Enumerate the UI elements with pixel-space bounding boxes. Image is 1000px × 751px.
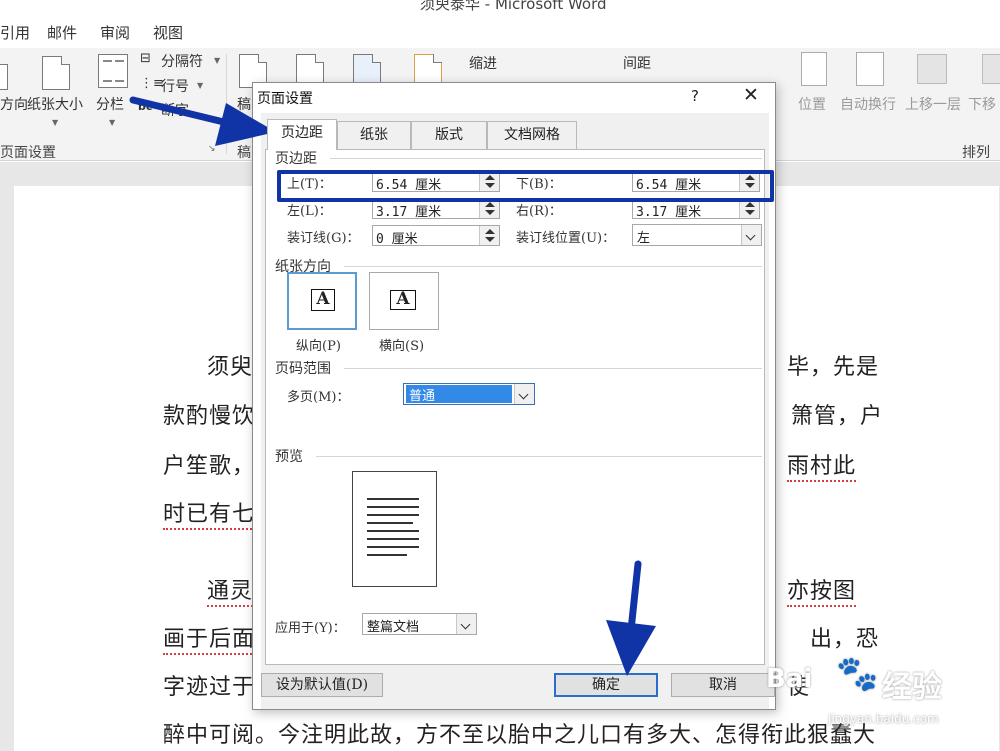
landscape-option[interactable]: A <box>369 272 439 330</box>
wrap-text-icon <box>856 52 884 86</box>
chevron-down-icon: ▼ <box>109 118 116 127</box>
chevron-down-icon[interactable] <box>456 614 476 634</box>
hyphenation-label: 断字 <box>161 103 189 119</box>
doc-line: 须臾 <box>207 355 254 380</box>
arrange-group-label: 排列 <box>962 145 990 161</box>
doc-line: 醉中可阅。今注明此故，方不至以胎中之儿口有多大、怎得衔此狠蠢大 <box>163 723 877 748</box>
tab-panel: 页边距 上(T)： 6.54 厘米 下(B)： 6.54 厘米 左(L)： 3.… <box>265 149 765 665</box>
doc-line-right: 出，恐 <box>810 627 880 652</box>
wrap-text-label: 自动换行 <box>840 97 896 113</box>
line-numbers-label: 行号 <box>161 79 189 95</box>
apply-to-label: 应用于(Y)： <box>275 621 346 636</box>
page-preview <box>352 471 437 587</box>
pages-section-title: 页码范围 <box>275 361 331 377</box>
orientation-icon <box>0 56 8 90</box>
dialog-title: 页面设置 <box>257 91 313 107</box>
landscape-label: 横向(S) <box>379 339 425 354</box>
doc-line-right: 雨村此 <box>787 448 857 482</box>
send-backward-label: 下移 <box>968 97 996 113</box>
chevron-down-icon: ▼ <box>197 81 204 90</box>
menu-mailings[interactable]: 邮件 <box>47 22 77 43</box>
tab-layout[interactable]: 版式 <box>411 121 487 149</box>
portrait-icon: A <box>311 289 335 311</box>
doc-line: 画于后面 <box>163 621 256 655</box>
multiple-pages-label: 多页(M)： <box>287 390 350 405</box>
watermark-brand: Bai <box>766 664 813 694</box>
send-backward-icon <box>982 54 1000 84</box>
title-bar: 须臾泰华 - Microsoft Word <box>0 0 1000 14</box>
multiple-pages-select[interactable]: 普通 <box>403 383 535 405</box>
watermark-product: 经验 <box>882 670 942 705</box>
gutter-input[interactable]: 0 厘米 <box>372 225 500 247</box>
tab-paper[interactable]: 纸张 <box>337 121 411 149</box>
tab-document-grid[interactable]: 文档网格 <box>487 121 577 149</box>
right-margin-label: 右(R)： <box>516 204 562 219</box>
spinner-icon[interactable] <box>479 226 499 245</box>
doc-line: 通灵 <box>207 573 254 607</box>
tab-margins[interactable]: 页边距 <box>267 119 337 150</box>
draft-group-label: 稿 <box>237 145 251 161</box>
doc-line: 款酌慢饮 <box>163 404 256 429</box>
spacing-header: 间距 <box>623 56 651 72</box>
doc-line-right: 亦按图 <box>787 573 857 607</box>
doc-line: 字迹过于 <box>163 675 256 700</box>
portrait-option[interactable]: A <box>287 272 357 330</box>
section-divider <box>344 266 762 267</box>
indent-header: 缩进 <box>469 56 497 72</box>
columns-icon <box>98 54 128 88</box>
cancel-button[interactable]: 取消 <box>671 673 775 697</box>
set-as-default-button[interactable]: 设为默认值(D) <box>261 673 383 697</box>
margin-highlight-box <box>277 170 774 202</box>
ok-button[interactable]: 确定 <box>554 673 658 697</box>
page-setup-group-label: 页面设置 <box>0 145 56 161</box>
breaks-label: 分隔符 <box>161 54 203 70</box>
menu-review[interactable]: 审阅 <box>100 22 130 43</box>
doc-line-right: 毕，先是 <box>787 355 880 380</box>
menu-references[interactable]: 引用 <box>0 22 30 43</box>
gutter-position-select[interactable]: 左 <box>632 224 762 246</box>
chevron-down-icon[interactable] <box>741 225 761 245</box>
help-button[interactable]: ? <box>691 87 699 105</box>
section-divider <box>330 158 762 159</box>
doc-line: 户笙歌， <box>163 454 256 479</box>
gutter-label: 装订线(G)： <box>287 231 360 246</box>
columns-label: 分栏 <box>96 97 124 113</box>
doc-line: 时已有七 <box>163 496 256 530</box>
dialog-body: 页边距 纸张 版式 文档网格 页边距 上(T)： 6.54 厘米 下(B)： 6… <box>261 113 775 709</box>
section-divider <box>344 368 762 369</box>
apply-to-select[interactable]: 整篇文档 <box>362 613 477 635</box>
margins-section-title: 页边距 <box>275 151 317 167</box>
chevron-down-icon[interactable] <box>514 384 534 404</box>
close-icon[interactable]: ✕ <box>743 84 759 106</box>
left-margin-label: 左(L)： <box>287 204 332 219</box>
window-title: 须臾泰华 - Microsoft Word <box>420 0 607 13</box>
chevron-down-icon: ▼ <box>214 56 221 65</box>
page-size-icon <box>42 56 70 90</box>
hyphenation-icon: bc <box>138 100 153 113</box>
size-label: 纸张大小 <box>27 97 83 113</box>
menu-bar: 引用 邮件 审阅 视图 <box>0 14 1000 48</box>
bring-forward-icon <box>917 54 947 84</box>
bring-forward-label: 上移一层 <box>905 97 961 113</box>
ribbon-separator <box>226 54 227 154</box>
menu-view[interactable]: 视图 <box>153 22 183 43</box>
breaks-icon: ⊟ <box>140 51 151 66</box>
landscape-icon: A <box>390 290 416 310</box>
draft-label: 稿 <box>237 97 251 113</box>
gutter-position-label: 装订线位置(U)： <box>516 231 616 246</box>
position-icon <box>801 52 827 86</box>
position-label: 位置 <box>798 97 826 113</box>
portrait-label: 纵向(P) <box>296 339 341 354</box>
preview-section-title: 预览 <box>275 449 303 465</box>
doc-line-right: 箫管，户 <box>791 404 884 429</box>
chevron-down-icon: ▼ <box>52 118 59 127</box>
orientation-label: 方向 <box>0 97 28 113</box>
watermark-url: jingyan.baidu.com <box>828 712 939 726</box>
dialog-launcher-icon[interactable]: ↘ <box>208 144 216 154</box>
section-divider <box>316 456 762 457</box>
paw-icon: 🐾 <box>836 654 879 694</box>
